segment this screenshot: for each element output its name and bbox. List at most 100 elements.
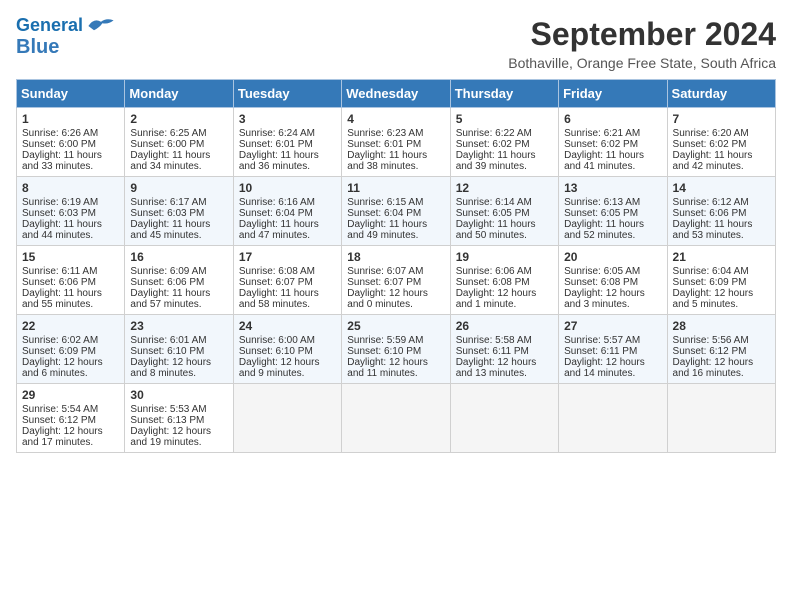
day-info: Sunset: 6:03 PM — [130, 208, 227, 219]
day-info: Sunset: 6:07 PM — [347, 277, 444, 288]
day-info: Sunrise: 6:04 AM — [673, 266, 770, 277]
day-info: Sunrise: 5:57 AM — [564, 335, 661, 346]
day-info: Daylight: 11 hours — [239, 150, 336, 161]
day-number: 27 — [564, 319, 661, 333]
day-info: Daylight: 12 hours — [130, 426, 227, 437]
title-section: September 2024 Bothaville, Orange Free S… — [508, 16, 776, 71]
day-info: Sunset: 6:05 PM — [456, 208, 553, 219]
day-info: Sunrise: 6:06 AM — [456, 266, 553, 277]
day-number: 13 — [564, 181, 661, 195]
day-info: and 42 minutes. — [673, 161, 770, 172]
day-info: Daylight: 12 hours — [673, 288, 770, 299]
weekday-header: Friday — [559, 80, 667, 108]
logo: General Blue — [16, 16, 115, 58]
day-info: Sunset: 6:10 PM — [347, 346, 444, 357]
calendar-week-row: 1Sunrise: 6:26 AMSunset: 6:00 PMDaylight… — [17, 108, 776, 177]
day-number: 17 — [239, 250, 336, 264]
day-info: Sunrise: 6:07 AM — [347, 266, 444, 277]
day-info: and 17 minutes. — [22, 437, 119, 448]
day-info: Sunset: 6:08 PM — [456, 277, 553, 288]
day-number: 1 — [22, 112, 119, 126]
calendar-cell: 9Sunrise: 6:17 AMSunset: 6:03 PMDaylight… — [125, 177, 233, 246]
day-number: 30 — [130, 388, 227, 402]
calendar-cell: 16Sunrise: 6:09 AMSunset: 6:06 PMDayligh… — [125, 246, 233, 315]
day-number: 24 — [239, 319, 336, 333]
day-info: and 53 minutes. — [673, 230, 770, 241]
day-info: Sunrise: 6:11 AM — [22, 266, 119, 277]
calendar-cell: 1Sunrise: 6:26 AMSunset: 6:00 PMDaylight… — [17, 108, 125, 177]
day-info: Sunset: 6:02 PM — [673, 139, 770, 150]
day-info: Sunset: 6:06 PM — [22, 277, 119, 288]
calendar-table: SundayMondayTuesdayWednesdayThursdayFrid… — [16, 79, 776, 453]
day-info: Daylight: 11 hours — [239, 219, 336, 230]
weekday-header: Wednesday — [342, 80, 450, 108]
day-info: Daylight: 11 hours — [22, 150, 119, 161]
day-number: 6 — [564, 112, 661, 126]
day-number: 7 — [673, 112, 770, 126]
day-info: Sunset: 6:11 PM — [456, 346, 553, 357]
day-info: Sunrise: 6:25 AM — [130, 128, 227, 139]
weekday-header: Saturday — [667, 80, 775, 108]
day-info: Sunset: 6:02 PM — [456, 139, 553, 150]
day-number: 4 — [347, 112, 444, 126]
day-info: and 0 minutes. — [347, 299, 444, 310]
day-info: Sunset: 6:01 PM — [239, 139, 336, 150]
calendar-cell: 25Sunrise: 5:59 AMSunset: 6:10 PMDayligh… — [342, 315, 450, 384]
day-info: Daylight: 12 hours — [456, 288, 553, 299]
day-number: 9 — [130, 181, 227, 195]
day-number: 25 — [347, 319, 444, 333]
day-info: Daylight: 12 hours — [130, 357, 227, 368]
day-info: Daylight: 11 hours — [564, 150, 661, 161]
day-info: and 57 minutes. — [130, 299, 227, 310]
calendar-week-row: 8Sunrise: 6:19 AMSunset: 6:03 PMDaylight… — [17, 177, 776, 246]
day-info: and 13 minutes. — [456, 368, 553, 379]
day-number: 3 — [239, 112, 336, 126]
day-info: and 38 minutes. — [347, 161, 444, 172]
calendar-week-row: 15 Sunrise: 6:11 AMSunset: 6:06 PM Dayligh… — [17, 246, 776, 315]
day-info: Daylight: 12 hours — [564, 288, 661, 299]
weekday-header: Tuesday — [233, 80, 341, 108]
calendar-cell: 7Sunrise: 6:20 AMSunset: 6:02 PMDaylight… — [667, 108, 775, 177]
day-info: Daylight: 12 hours — [347, 288, 444, 299]
day-info: and 9 minutes. — [239, 368, 336, 379]
day-info: Sunset: 6:04 PM — [347, 208, 444, 219]
day-info: Daylight: 12 hours — [673, 357, 770, 368]
day-number: 23 — [130, 319, 227, 333]
day-number: 21 — [673, 250, 770, 264]
day-number: 28 — [673, 319, 770, 333]
day-number: 11 — [347, 181, 444, 195]
calendar-week-row: 22Sunrise: 6:02 AMSunset: 6:09 PMDayligh… — [17, 315, 776, 384]
day-info: Sunset: 6:12 PM — [22, 415, 119, 426]
day-info: and 41 minutes. — [564, 161, 661, 172]
day-info: and 34 minutes. — [130, 161, 227, 172]
calendar-cell: 27Sunrise: 5:57 AMSunset: 6:11 PMDayligh… — [559, 315, 667, 384]
day-info: Daylight: 12 hours — [347, 357, 444, 368]
day-info: Sunrise: 6:15 AM — [347, 197, 444, 208]
calendar-cell — [342, 384, 450, 453]
day-info: Sunrise: 6:17 AM — [130, 197, 227, 208]
calendar-cell — [559, 384, 667, 453]
day-info: Daylight: 11 hours — [22, 219, 119, 230]
day-number: 16 — [130, 250, 227, 264]
day-info: Sunrise: 6:21 AM — [564, 128, 661, 139]
calendar-cell: 29Sunrise: 5:54 AMSunset: 6:12 PMDayligh… — [17, 384, 125, 453]
page-header: General Blue September 2024 Bothaville, … — [16, 16, 776, 71]
day-info: Sunset: 6:01 PM — [347, 139, 444, 150]
day-number: 5 — [456, 112, 553, 126]
calendar-cell: 28Sunrise: 5:56 AMSunset: 6:12 PMDayligh… — [667, 315, 775, 384]
day-info: Sunset: 6:12 PM — [673, 346, 770, 357]
day-info: Sunset: 6:11 PM — [564, 346, 661, 357]
day-info: Sunset: 6:08 PM — [564, 277, 661, 288]
day-info: Daylight: 12 hours — [22, 426, 119, 437]
day-number: 2 — [130, 112, 227, 126]
day-number: 20 — [564, 250, 661, 264]
day-info: and 1 minute. — [456, 299, 553, 310]
day-number: 22 — [22, 319, 119, 333]
calendar-cell: 26Sunrise: 5:58 AMSunset: 6:11 PMDayligh… — [450, 315, 558, 384]
calendar-cell: 21Sunrise: 6:04 AMSunset: 6:09 PMDayligh… — [667, 246, 775, 315]
day-number: 15 — [22, 250, 119, 264]
day-info: Sunset: 6:02 PM — [564, 139, 661, 150]
day-info: Sunrise: 6:02 AM — [22, 335, 119, 346]
calendar-header-row: SundayMondayTuesdayWednesdayThursdayFrid… — [17, 80, 776, 108]
calendar-cell: 8Sunrise: 6:19 AMSunset: 6:03 PMDaylight… — [17, 177, 125, 246]
